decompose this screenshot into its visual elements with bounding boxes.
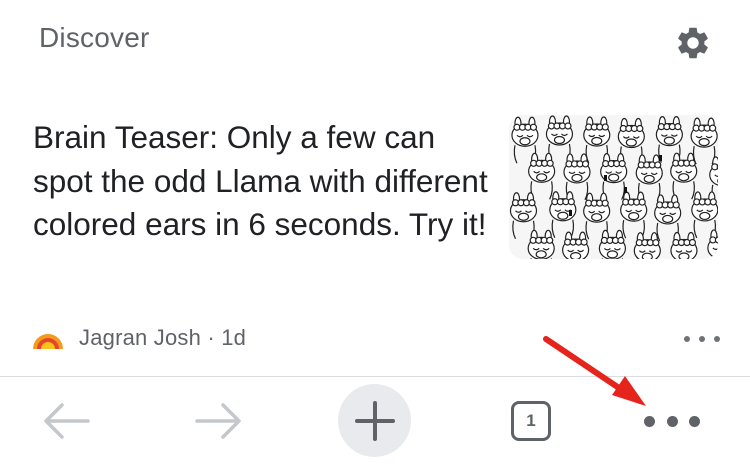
- gear-icon: [678, 27, 708, 59]
- discover-header: Discover: [0, 0, 750, 84]
- jagran-josh-logo: [31, 325, 65, 351]
- llama-illustration: [509, 115, 718, 259]
- back-arrow-icon: [44, 403, 90, 439]
- new-tab-button[interactable]: [338, 384, 411, 457]
- source-name-and-age: Jagran Josh · 1d: [79, 325, 247, 350]
- tab-count: 1: [511, 401, 551, 441]
- tab-switcher-button[interactable]: 1: [506, 396, 556, 446]
- discover-feed-page: Discover Brain Teaser: Only a few can sp…: [0, 0, 750, 465]
- article-thumbnail[interactable]: [509, 115, 718, 259]
- plus-icon: [354, 400, 395, 441]
- back-button[interactable]: [36, 397, 96, 445]
- more-horizontal-icon: [684, 336, 690, 342]
- article-source: Jagran Josh · 1d: [31, 322, 246, 354]
- more-horizontal-icon: [644, 415, 655, 427]
- forward-arrow-icon: [195, 403, 241, 439]
- discover-title: Discover: [39, 22, 150, 53]
- card-menu-button[interactable]: [684, 328, 720, 350]
- article-headline[interactable]: Brain Teaser: Only a few can spot the od…: [33, 116, 488, 247]
- more-menu-button[interactable]: [640, 407, 704, 435]
- settings-button[interactable]: [672, 22, 714, 64]
- bottom-toolbar: 1: [0, 376, 750, 465]
- forward-button[interactable]: [189, 397, 249, 445]
- news-card[interactable]: Brain Teaser: Only a few can spot the od…: [0, 100, 750, 362]
